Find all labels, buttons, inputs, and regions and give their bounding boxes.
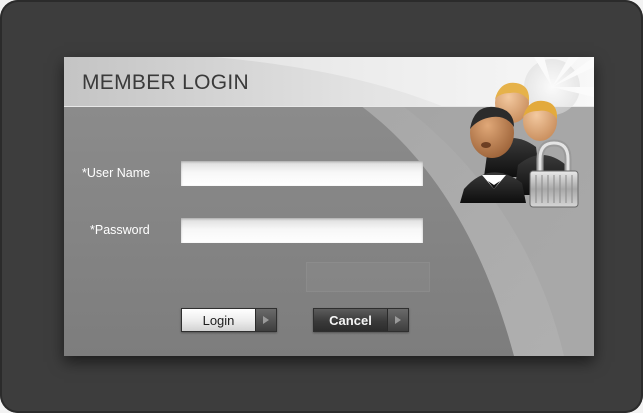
- username-label: *User Name: [82, 166, 151, 180]
- captcha-placeholder: [306, 262, 430, 292]
- play-triangle-icon: [255, 309, 276, 331]
- login-panel: MEMBER LOGIN *User Name *Password Login …: [64, 57, 594, 356]
- users-lock-icon: [460, 82, 579, 208]
- password-label: *Password: [90, 223, 150, 237]
- window-frame: MEMBER LOGIN *User Name *Password Login …: [0, 0, 643, 413]
- page-title: MEMBER LOGIN: [82, 71, 249, 94]
- login-button[interactable]: Login: [181, 308, 277, 332]
- cancel-button-label: Cancel: [314, 309, 387, 331]
- login-button-label: Login: [182, 309, 255, 331]
- play-triangle-icon: [387, 309, 408, 331]
- password-input[interactable]: [181, 218, 423, 243]
- cancel-button[interactable]: Cancel: [313, 308, 409, 332]
- username-input[interactable]: [181, 161, 423, 186]
